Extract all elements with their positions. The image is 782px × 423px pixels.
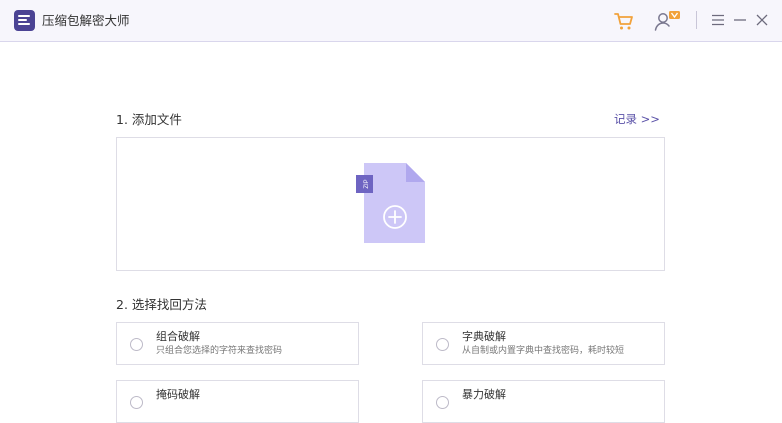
step1-label: 1. 添加文件: [116, 112, 182, 127]
method-description: 从自制或内置字典中查找密码，耗时较短: [462, 346, 625, 356]
radio-button[interactable]: [130, 338, 143, 351]
file-drop-zone[interactable]: ZIP: [116, 137, 665, 271]
menu-icon[interactable]: [710, 12, 726, 28]
zip-badge-text: ZIP: [364, 179, 370, 188]
title-bar: 压缩包解密大师: [0, 0, 782, 42]
cart-icon[interactable]: [612, 9, 636, 33]
step2-label: 2. 选择找回方法: [116, 297, 207, 312]
method-title: 字典破解: [462, 330, 506, 343]
method-option-brute-force[interactable]: 暴力破解: [422, 380, 665, 423]
record-link[interactable]: 记录 >>: [614, 112, 660, 127]
method-description: 只组合您选择的字符来查找密码: [156, 346, 283, 356]
zip-file-add-icon[interactable]: ZIP: [354, 163, 428, 245]
method-title: 组合破解: [156, 330, 200, 343]
radio-button[interactable]: [436, 338, 449, 351]
close-icon[interactable]: [754, 12, 770, 28]
user-vip-icon[interactable]: [653, 9, 681, 33]
app-title: 压缩包解密大师: [42, 13, 130, 28]
radio-button[interactable]: [130, 396, 143, 409]
toolbar-divider: [696, 11, 697, 29]
archive-logo-icon: [14, 10, 35, 31]
minimize-icon[interactable]: [732, 12, 748, 28]
radio-button[interactable]: [436, 396, 449, 409]
method-option-mask[interactable]: 掩码破解: [116, 380, 359, 423]
method-option-combination[interactable]: 组合破解 只组合您选择的字符来查找密码: [116, 322, 359, 365]
method-option-dictionary[interactable]: 字典破解 从自制或内置字典中查找密码，耗时较短: [422, 322, 665, 365]
